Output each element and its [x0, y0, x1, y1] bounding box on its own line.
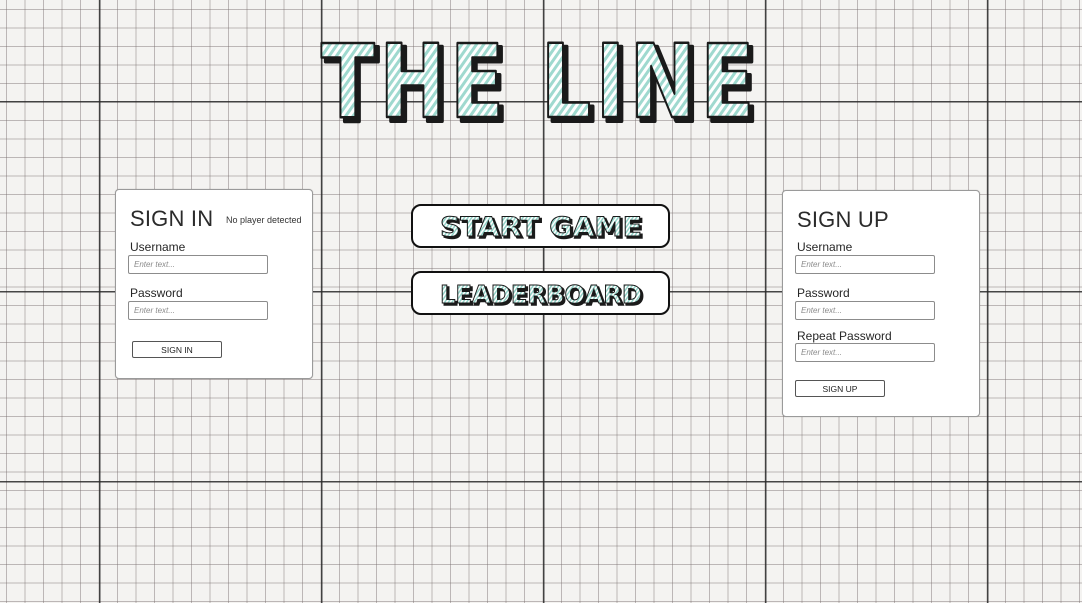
signin-button[interactable]: SIGN IN	[132, 341, 222, 358]
signup-password-input[interactable]	[795, 301, 935, 320]
signin-panel: SIGN IN No player detected Username Pass…	[115, 189, 313, 379]
signup-panel: SIGN UP Username Password Repeat Passwor…	[782, 190, 980, 417]
signin-heading: SIGN IN	[130, 206, 214, 231]
signin-username-label: Username	[130, 240, 186, 254]
game-title-logo: THE LINE THE LINE	[310, 18, 772, 134]
signup-repeat-password-label: Repeat Password	[797, 329, 892, 343]
start-game-button[interactable]: START GAME START GAME	[411, 204, 670, 248]
player-status-text: No player detected	[226, 215, 302, 225]
signup-password-label: Password	[797, 286, 850, 300]
leaderboard-button[interactable]: LEADERBOARD LEADERBOARD	[411, 271, 670, 315]
signup-repeat-password-input[interactable]	[795, 343, 935, 362]
signin-password-input[interactable]	[128, 301, 268, 320]
game-title: THE LINE	[321, 23, 759, 134]
leaderboard-label: LEADERBOARD	[440, 280, 642, 309]
signup-username-label: Username	[797, 240, 853, 254]
signup-heading: SIGN UP	[797, 207, 889, 232]
start-game-label: START GAME	[440, 212, 642, 243]
signin-username-input[interactable]	[128, 255, 268, 274]
signup-button[interactable]: SIGN UP	[795, 380, 885, 397]
signin-password-label: Password	[130, 286, 183, 300]
signup-username-input[interactable]	[795, 255, 935, 274]
